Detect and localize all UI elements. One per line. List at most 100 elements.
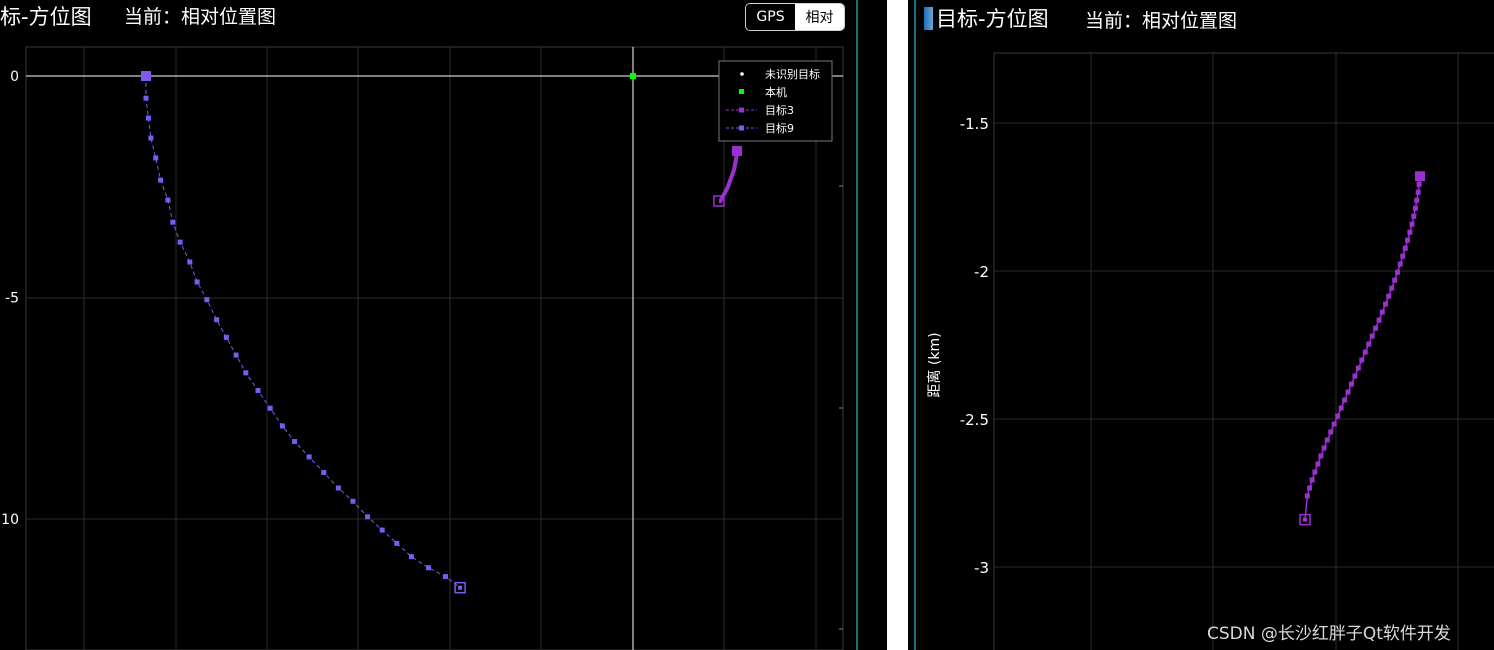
- right-target3-point: [1392, 277, 1398, 283]
- legend-label: 本机: [765, 85, 787, 99]
- target9-point: [165, 197, 171, 203]
- right-target3-point: [1324, 437, 1330, 443]
- target9-point: [267, 405, 273, 411]
- right-chart[interactable]: -1.5 -2 -2.5 -3 距离 (km): [908, 0, 1494, 650]
- right-target3-point: [1400, 253, 1406, 259]
- left-ytick-label: 10: [1, 512, 19, 528]
- right-target3-start-point: [1415, 171, 1425, 182]
- right-target3-point: [1359, 357, 1365, 363]
- target9-line: [145, 76, 461, 589]
- target9-point: [379, 527, 385, 533]
- target9-point: [255, 388, 261, 394]
- right-target3-point: [1412, 205, 1418, 211]
- target9-point: [306, 454, 312, 460]
- legend-marker-square: [739, 125, 744, 131]
- target9-point: [279, 423, 285, 429]
- right-panel: 目标-方位图 当前：相对位置图 -1.5 -2 -2.5 -3 距离 (km): [908, 0, 1494, 650]
- right-target3-point: [1416, 181, 1422, 187]
- right-target3-point: [1407, 229, 1413, 235]
- left-chart[interactable]: 0 -5 10 未识别目标本机目标3 目标9: [0, 0, 887, 650]
- right-target3-end-point-inner: [1303, 517, 1307, 522]
- right-target3-point: [1409, 221, 1415, 227]
- target9-point: [143, 95, 149, 101]
- target9-point: [292, 438, 298, 444]
- target9-point: [223, 334, 229, 340]
- target9-point: [145, 115, 151, 121]
- right-target3-point: [1318, 453, 1324, 459]
- right-target3-point: [1335, 413, 1341, 419]
- right-target3-point: [1366, 341, 1372, 347]
- target9-point: [425, 565, 431, 571]
- right-target3-point: [1405, 237, 1411, 243]
- left-panel-divider: [856, 0, 858, 650]
- target9-point: [233, 352, 239, 358]
- own-ship-point: [630, 73, 636, 79]
- right-target3-line: [1304, 176, 1421, 520]
- right-target3-point: [1307, 485, 1313, 491]
- watermark: CSDN @长沙红胖子Qt软件开发: [1207, 624, 1451, 644]
- right-target3-point: [1369, 333, 1375, 339]
- target9-point: [350, 498, 356, 504]
- target9-point: [194, 279, 200, 285]
- right-target3-point: [1342, 397, 1348, 403]
- target9-point: [365, 514, 371, 520]
- right-ytick-label: -2: [974, 263, 989, 281]
- legend-label: 未识别目标: [765, 67, 820, 81]
- right-target3-point: [1373, 325, 1379, 331]
- right-y-axis-label: 距离 (km): [926, 332, 943, 397]
- target9-start-point: [141, 71, 151, 81]
- target9-point: [177, 239, 183, 245]
- target9-point: [408, 554, 414, 560]
- right-target3-point: [1386, 293, 1392, 299]
- right-target3-point: [1397, 261, 1403, 267]
- legend-label: 目标3: [765, 103, 794, 117]
- target9-point: [204, 297, 210, 303]
- right-ytick-label: -3: [974, 559, 989, 577]
- right-target3-point: [1304, 493, 1310, 499]
- target9-point: [170, 219, 176, 225]
- right-target3-point: [1331, 421, 1337, 427]
- right-target3-point: [1394, 269, 1400, 275]
- target9-point: [187, 259, 193, 265]
- target3-start-point: [732, 146, 742, 156]
- target9-point: [158, 177, 164, 183]
- right-target3-point: [1389, 285, 1395, 291]
- right-target3-point: [1383, 301, 1388, 307]
- right-target3-point: [1348, 381, 1354, 387]
- target9-point: [443, 574, 449, 580]
- target9-point: [321, 469, 327, 475]
- right-target3-point: [1379, 309, 1385, 315]
- right-target3-point: [1355, 365, 1361, 371]
- target9-point: [214, 317, 220, 323]
- right-target3-point: [1352, 373, 1358, 379]
- right-ytick-label: -1.5: [960, 115, 989, 133]
- right-target3-point: [1402, 245, 1408, 251]
- target9-point: [153, 155, 159, 161]
- left-panel: 标-方位图 当前：相对位置图 GPS 相对 0 -5 10 未识别目标 本机 目标3 目标9: [0, 0, 887, 650]
- right-target3-point: [1312, 469, 1318, 475]
- target9-point: [335, 485, 341, 491]
- right-target3-point: [1362, 349, 1368, 355]
- legend-marker-unidentified: [740, 72, 744, 76]
- right-target3-point: [1338, 405, 1344, 411]
- right-target3-point: [1415, 189, 1421, 195]
- target9-point: [148, 135, 154, 141]
- legend-marker-square: [739, 107, 744, 113]
- right-target3-point: [1376, 317, 1382, 323]
- right-target3-point: [1315, 461, 1321, 467]
- target3-line: [718, 151, 739, 203]
- left-ytick-label: -5: [5, 291, 19, 307]
- legend-label: 目标9: [765, 121, 794, 135]
- right-target3-point: [1309, 477, 1315, 483]
- left-ytick-label: 0: [10, 69, 19, 85]
- target9-end-point-inner: [458, 585, 463, 590]
- right-target3-point: [1321, 445, 1327, 451]
- target9-point: [243, 370, 249, 376]
- right-target3-point: [1411, 213, 1417, 219]
- right-target3-point: [1345, 389, 1351, 395]
- right-target3-point: [1414, 197, 1420, 203]
- target9-point: [394, 540, 400, 546]
- right-target3-point: [1328, 429, 1334, 435]
- legend-marker-own-ship: [739, 89, 744, 94]
- right-ytick-label: -2.5: [960, 411, 989, 429]
